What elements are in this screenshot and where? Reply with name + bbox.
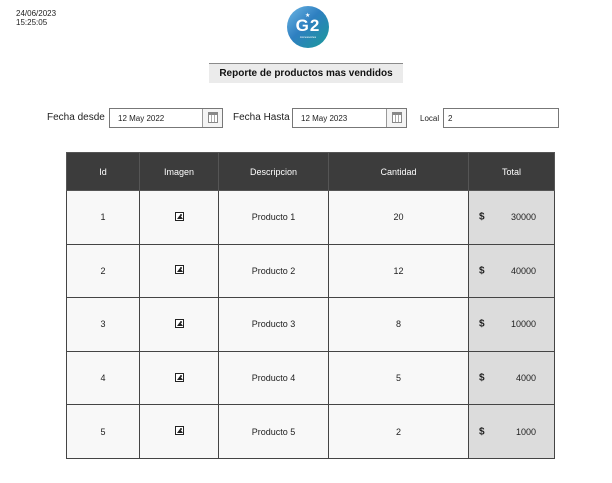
image-icon xyxy=(174,426,184,436)
table-row: 2 Producto 2 12 $40000 xyxy=(66,243,555,299)
cell-descripcion: Producto 1 xyxy=(218,190,329,245)
calendar-icon xyxy=(207,111,218,123)
cell-total: $1000 xyxy=(468,404,555,459)
table-row: 4 Producto 4 5 $4000 xyxy=(66,350,555,406)
cell-cantidad: 2 xyxy=(328,404,469,459)
cell-descripcion: Producto 2 xyxy=(218,243,329,299)
fecha-desde-field[interactable]: 12 May 2022 xyxy=(109,108,223,128)
calendar-icon xyxy=(391,111,402,123)
column-header-cantidad: Cantidad xyxy=(328,152,469,191)
column-header-id: Id xyxy=(66,152,140,191)
cell-imagen xyxy=(139,297,219,352)
cell-descripcion: Producto 5 xyxy=(218,404,329,459)
fecha-desde-calendar-button[interactable] xyxy=(202,109,222,127)
star-icon: ★ xyxy=(305,13,311,19)
currency-symbol: $ xyxy=(479,372,485,384)
image-icon xyxy=(174,372,184,382)
cell-descripcion: Producto 4 xyxy=(218,350,329,406)
column-header-total: Total xyxy=(468,152,555,191)
fecha-hasta-calendar-button[interactable] xyxy=(386,109,406,127)
fecha-hasta-label: Fecha Hasta xyxy=(233,112,290,123)
fecha-hasta-value[interactable]: 12 May 2023 xyxy=(293,109,386,127)
table-row: 3 Producto 3 8 $10000 xyxy=(66,297,555,352)
column-header-imagen: Imagen xyxy=(139,152,219,191)
cell-id: 1 xyxy=(66,190,140,245)
local-input[interactable]: 2 xyxy=(443,108,559,128)
cell-imagen xyxy=(139,404,219,459)
cell-imagen xyxy=(139,190,219,245)
logo-text: G2 xyxy=(295,16,321,35)
fecha-desde-label: Fecha desde xyxy=(47,112,105,123)
image-icon xyxy=(174,211,184,221)
cell-id: 5 xyxy=(66,404,140,459)
currency-symbol: $ xyxy=(479,318,485,330)
table-header-row: Id Imagen Descripcion Cantidad Total xyxy=(66,152,555,191)
cell-imagen xyxy=(139,350,219,406)
currency-symbol: $ xyxy=(479,211,485,223)
cell-imagen xyxy=(139,243,219,299)
image-icon xyxy=(174,318,184,328)
cell-id: 4 xyxy=(66,350,140,406)
products-table: Id Imagen Descripcion Cantidad Total 1 Pr… xyxy=(66,152,555,459)
cell-cantidad: 5 xyxy=(328,350,469,406)
total-value: 40000 xyxy=(510,265,536,276)
total-value: 4000 xyxy=(515,373,536,384)
fecha-hasta-field[interactable]: 12 May 2023 xyxy=(292,108,407,128)
table-body: 1 Producto 1 20 $30000 2 Producto 2 12 $40000 3 P… xyxy=(66,190,555,459)
cell-cantidad: 12 xyxy=(328,243,469,299)
company-logo: ★ G2 Accessories xyxy=(287,6,329,48)
table-row: 5 Producto 5 2 $1000 xyxy=(66,404,555,459)
local-label: Local xyxy=(420,114,440,123)
table-row: 1 Producto 1 20 $30000 xyxy=(66,190,555,245)
report-title: Reporte de productos mas vendidos xyxy=(209,63,403,83)
cell-total: $10000 xyxy=(468,297,555,352)
currency-symbol: $ xyxy=(479,265,485,277)
total-value: 30000 xyxy=(510,212,536,223)
cell-total: $30000 xyxy=(468,190,555,245)
image-icon xyxy=(174,265,184,275)
fecha-desde-value[interactable]: 12 May 2022 xyxy=(110,109,202,127)
column-header-descripcion: Descripcion xyxy=(218,152,329,191)
logo-subtitle: Accessories xyxy=(299,35,317,39)
cell-id: 2 xyxy=(66,243,140,299)
total-value: 1000 xyxy=(515,426,536,437)
cell-cantidad: 8 xyxy=(328,297,469,352)
cell-total: $4000 xyxy=(468,350,555,406)
cell-descripcion: Producto 3 xyxy=(218,297,329,352)
report-timestamp: 24/06/2023 15:25:05 xyxy=(16,9,56,27)
report-date: 24/06/2023 xyxy=(16,9,57,18)
cell-total: $40000 xyxy=(468,243,555,299)
currency-symbol: $ xyxy=(479,426,485,438)
cell-cantidad: 20 xyxy=(328,190,469,245)
total-value: 10000 xyxy=(510,319,536,330)
cell-id: 3 xyxy=(66,297,140,352)
report-time: 15:25:05 xyxy=(16,18,48,27)
